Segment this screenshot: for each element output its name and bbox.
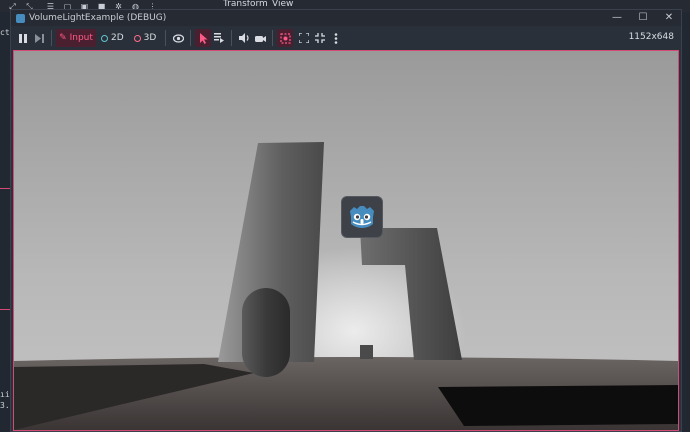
game-viewport[interactable]	[13, 50, 679, 431]
more-icon	[335, 32, 338, 44]
input-button[interactable]: ✎ Input	[56, 29, 96, 47]
resolution-label: 1152x648	[628, 32, 674, 42]
mode-2d-label: 2D	[111, 33, 124, 43]
pause-icon	[19, 33, 27, 43]
fullscreen-icon	[315, 33, 326, 43]
mode-3d-label: 3D	[143, 33, 157, 43]
toolbar-separator	[231, 30, 233, 46]
step-icon	[34, 33, 44, 43]
camera-button[interactable]	[252, 29, 268, 47]
minimize-icon[interactable]: —	[611, 12, 623, 24]
window-titlebar[interactable]: VolumeLightExample (DEBUG) — ☐ ✕	[11, 10, 681, 26]
camera-icon	[254, 35, 266, 42]
menu-view[interactable]: View	[272, 0, 293, 9]
visibility-button[interactable]	[170, 29, 186, 47]
pin-icon: ✎	[59, 33, 67, 43]
camera-override-icon	[280, 32, 291, 44]
close-icon[interactable]: ✕	[663, 12, 675, 24]
toolbar-separator	[165, 30, 167, 46]
screen: ⤢ ⤡ ☰ ▢ ▣ ■ ✲ ◍ ⋮ Transform View ctı ıin…	[0, 0, 690, 432]
mode-3d-icon	[133, 34, 141, 42]
input-label: Input	[69, 33, 93, 43]
toolbar-separator	[51, 30, 52, 46]
list-select-button[interactable]	[211, 29, 227, 47]
godot-app-icon	[16, 13, 25, 23]
toolbar-separator	[272, 30, 274, 46]
game-toolbar: ✎ Input 2D 3D 1152x648	[11, 26, 681, 50]
pointer-icon	[199, 32, 208, 44]
step-button[interactable]	[31, 29, 47, 47]
editor-right-panel	[682, 12, 690, 432]
mode-2d-button[interactable]: 2D	[101, 29, 124, 47]
select-button[interactable]	[195, 29, 212, 47]
editor-guide-line	[0, 188, 10, 189]
editor-guide-line	[0, 309, 10, 310]
fullscreen-button[interactable]	[312, 29, 328, 47]
console-text: 3.	[0, 401, 10, 410]
expand-button[interactable]	[296, 29, 312, 47]
debug-window: VolumeLightExample (DEBUG) — ☐ ✕ ✎ Input…	[10, 9, 682, 432]
editor-left-panel: ctı ıin 3.	[0, 12, 14, 432]
scene-render	[14, 51, 678, 430]
mute-button[interactable]	[236, 29, 252, 47]
more-options-button[interactable]	[328, 29, 344, 47]
pause-button[interactable]	[15, 29, 31, 47]
maximize-icon[interactable]: ☐	[637, 12, 649, 24]
menu-transform[interactable]: Transform	[223, 0, 268, 9]
toolbar-separator	[190, 30, 192, 46]
window-title: VolumeLightExample (DEBUG)	[29, 13, 167, 23]
godot-logo-icon	[341, 196, 383, 238]
mode-3d-button[interactable]: 3D	[133, 29, 157, 47]
speaker-icon	[238, 33, 249, 43]
eye-icon	[172, 33, 184, 43]
expand-icon	[299, 33, 310, 43]
list-icon	[214, 33, 225, 43]
camera-override-button[interactable]	[277, 29, 294, 47]
mode-2d-icon	[101, 34, 108, 42]
